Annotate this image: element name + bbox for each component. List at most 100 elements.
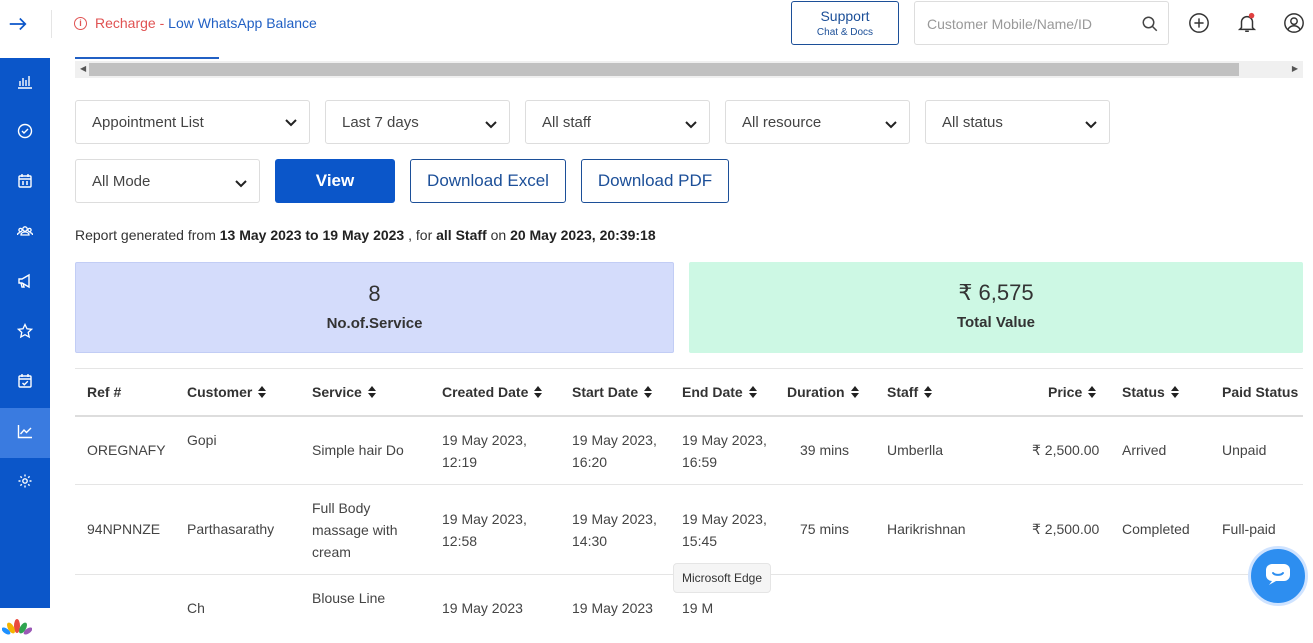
user-account-icon[interactable] [1283, 12, 1305, 34]
column-header-service[interactable]: Service [312, 384, 376, 400]
column-header-created-date[interactable]: Created Date [442, 384, 543, 400]
sort-icon[interactable] [367, 386, 376, 398]
report-summary-line: Report generated from 13 May 2023 to 19 … [75, 227, 656, 243]
status-value: All status [942, 114, 1003, 131]
horizontal-scrollbar[interactable]: ◀ ▶ [75, 61, 1303, 78]
status-select[interactable]: All status [925, 100, 1110, 144]
bell-icon[interactable] [1236, 12, 1258, 34]
chat-button[interactable] [1248, 546, 1308, 606]
resource-select[interactable]: All resource [725, 100, 910, 144]
cell-ref: OREGNAFY [87, 442, 166, 458]
sort-icon[interactable] [924, 386, 933, 398]
scroll-left-arrow-icon[interactable]: ◀ [80, 64, 86, 73]
cell-customer[interactable]: Gopi [187, 429, 217, 451]
sidebar-item-settings[interactable] [0, 458, 50, 508]
column-header-duration[interactable]: Duration [787, 384, 859, 400]
cell-end-date: 19 M [682, 600, 714, 616]
sort-icon[interactable] [644, 386, 653, 398]
support-button[interactable]: Support Chat & Docs [791, 1, 899, 45]
cell-staff: Umberlla [887, 442, 944, 458]
gear-icon [17, 473, 33, 494]
sidebar-item-marketing[interactable] [0, 258, 50, 308]
sidebar-item-appointments[interactable] [0, 358, 50, 408]
mode-value: All Mode [92, 173, 151, 190]
sort-icon[interactable] [1088, 386, 1097, 398]
column-header-label: Price [1048, 384, 1083, 400]
recharge-label: Recharge [95, 15, 156, 31]
sort-icon[interactable] [1170, 386, 1179, 398]
download-pdf-button[interactable]: Download PDF [581, 159, 729, 203]
customer-search-box[interactable] [914, 1, 1169, 45]
cell-service: Blouse Line [312, 590, 386, 606]
cell-created-date: 19 May 2023 [442, 600, 523, 616]
scroll-right-arrow-icon[interactable]: ▶ [1292, 64, 1298, 73]
sidebar-item-calendar[interactable] [0, 158, 50, 208]
column-header-label: Status [1122, 384, 1165, 400]
report-type-select[interactable]: Appointment List [75, 100, 310, 144]
report-from-date: 13 May 2023 [219, 227, 302, 243]
check-circle-icon [17, 123, 33, 144]
cell-customer[interactable]: Parthasarathy [187, 518, 274, 540]
staff-value: All staff [542, 114, 591, 131]
total-value-label: Total Value [956, 314, 1036, 331]
column-header-end-date[interactable]: End Date [682, 384, 757, 400]
cell-customer[interactable]: Ch [187, 597, 205, 619]
users-icon [16, 223, 34, 244]
cell-service: Simple hair Do [312, 442, 404, 458]
calendar-icon [17, 173, 33, 194]
column-header-staff[interactable]: Staff [887, 384, 933, 400]
recharge-alert[interactable]: i Recharge - Low WhatsApp Balance [74, 15, 317, 31]
sidebar-item-dashboard[interactable] [0, 58, 50, 108]
divider [51, 10, 52, 38]
sidebar-item-tasks[interactable] [0, 108, 50, 158]
calendar-check-icon [17, 373, 33, 394]
sidebar-item-reviews[interactable] [0, 308, 50, 358]
report-for-word: , for [404, 227, 437, 243]
customer-search-input[interactable] [927, 13, 1127, 35]
report-prefix: Report generated from [75, 227, 220, 243]
view-button[interactable]: View [275, 159, 395, 203]
sort-icon[interactable] [258, 386, 267, 398]
date-range-select[interactable]: Last 7 days [325, 100, 510, 144]
services-count-card: 8 No.of.Service [75, 262, 674, 353]
services-count-label: No.of.Service [326, 315, 423, 332]
sort-icon[interactable] [534, 386, 543, 398]
search-icon[interactable] [1141, 15, 1159, 33]
column-header-label: Staff [887, 384, 919, 400]
column-header-label: Duration [787, 384, 845, 400]
sort-icon[interactable] [850, 386, 859, 398]
download-excel-button[interactable]: Download Excel [410, 159, 566, 203]
low-whatsapp-balance-link[interactable]: Low WhatsApp Balance [168, 15, 317, 31]
report-on-word: on [486, 227, 511, 243]
cell-price: ₹ 2,500.00 [1032, 521, 1100, 537]
info-icon: i [74, 16, 87, 30]
add-circle-icon[interactable] [1188, 12, 1210, 34]
scrollbar-thumb[interactable] [89, 63, 1239, 76]
divider [75, 484, 1303, 485]
expand-sidebar-arrow-icon[interactable] [6, 12, 30, 36]
cell-service: Full Body massage with cream [312, 500, 398, 560]
column-header-start-date[interactable]: Start Date [572, 384, 653, 400]
column-header-customer[interactable]: Customer [187, 384, 267, 400]
mode-select[interactable]: All Mode [75, 159, 260, 203]
divider [75, 415, 1303, 417]
column-header-status[interactable]: Status [1122, 384, 1179, 400]
sidebar-item-customers[interactable] [0, 208, 50, 258]
sort-icon[interactable] [748, 386, 757, 398]
staff-select[interactable]: All staff [525, 100, 710, 144]
cell-start-date: 19 May 2023 [572, 600, 653, 616]
column-header-ref[interactable]: Ref # [87, 384, 121, 400]
sidebar-item-reports[interactable] [0, 408, 50, 458]
recharge-separator: - [155, 15, 169, 31]
column-header-paid-status[interactable]: Paid Status [1222, 384, 1298, 400]
column-header-label: Start Date [572, 384, 639, 400]
taskbar-tooltip: Microsoft Edge [673, 563, 772, 593]
cell-start-date: 19 May 2023, 16:20 [572, 432, 657, 470]
divider [75, 368, 1303, 369]
cell-price: ₹ 2,500.00 [1032, 442, 1100, 458]
report-to-date: 19 May 2023 [322, 227, 405, 243]
column-header-price[interactable]: Price [1048, 384, 1097, 400]
cell-end-date: 19 May 2023, 15:45 [682, 511, 767, 549]
cell-duration: 39 mins [800, 442, 850, 458]
cell-created-date: 19 May 2023, 12:58 [442, 511, 527, 549]
